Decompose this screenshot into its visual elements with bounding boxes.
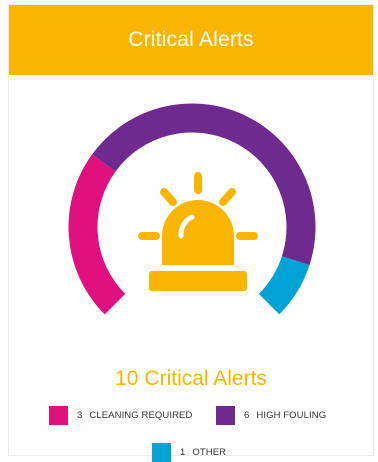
legend-label: CLEANING REQUIRED — [89, 410, 193, 421]
card-title: Critical Alerts — [128, 28, 254, 51]
legend-swatch — [152, 443, 171, 462]
legend-item-cleaning-required: 3 CLEANING REQUIRED — [49, 406, 192, 425]
legend-swatch — [216, 406, 235, 425]
critical-alerts-card: Critical Alerts 10 Critical Alerts 3 CLEA… — [8, 4, 374, 462]
legend-label: OTHER — [192, 447, 227, 458]
legend-count: 6 — [244, 410, 250, 421]
alerts-total: 10 — [115, 367, 139, 390]
legend-item-other: 1 OTHER — [152, 443, 226, 462]
gauge-segment-cleaning — [68, 154, 126, 315]
legend-label: HIGH FOULING — [256, 410, 327, 421]
legend-count: 1 — [180, 447, 186, 458]
alerts-gauge — [68, 103, 316, 315]
gauge-segment-other — [258, 255, 310, 315]
card-header: Critical Alerts — [9, 5, 373, 75]
alerts-summary-label: Critical Alerts — [144, 367, 267, 390]
alerts-summary: 10 Critical Alerts — [9, 367, 373, 391]
legend-swatch — [49, 406, 68, 425]
siren-icon — [138, 172, 258, 291]
legend-count: 3 — [77, 410, 83, 421]
legend-item-high-fouling: 6 HIGH FOULING — [216, 406, 326, 425]
